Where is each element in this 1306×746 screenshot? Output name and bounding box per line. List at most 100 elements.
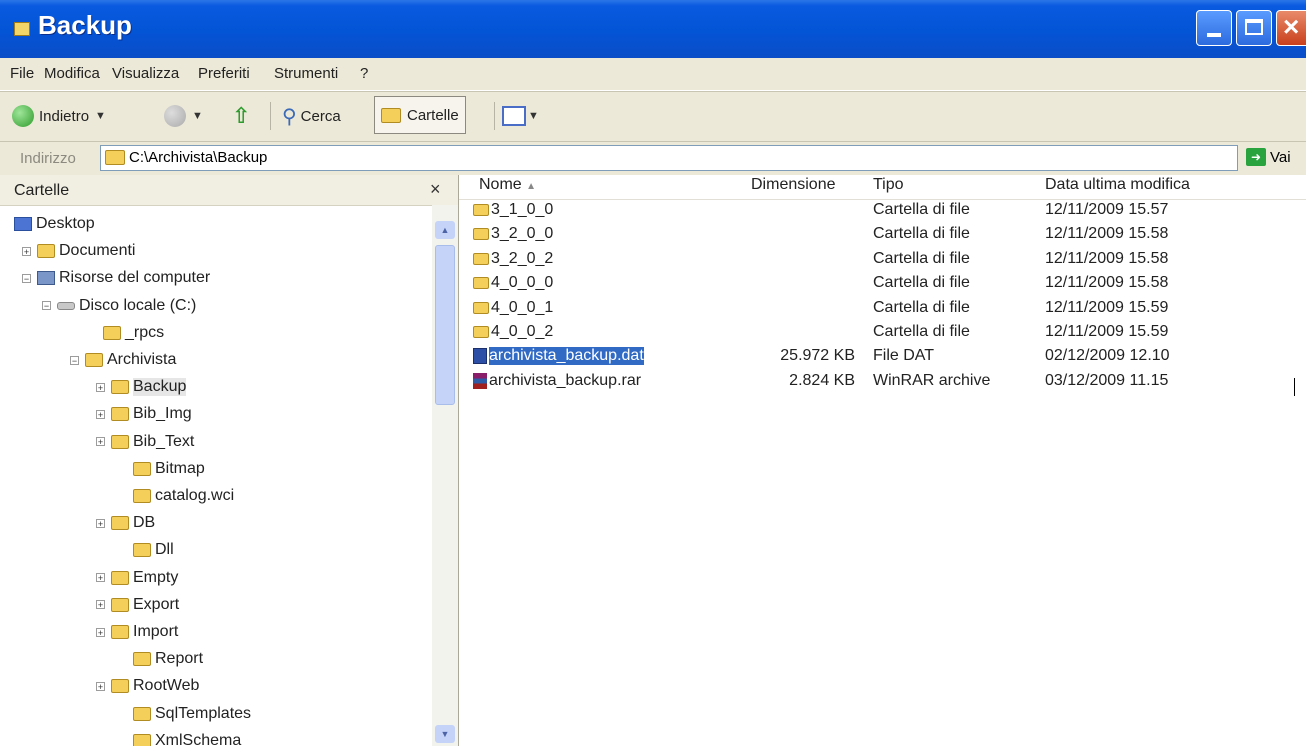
file-row[interactable]: 3_2_0_2 Cartella di file 12/11/2009 15.58 <box>459 250 1306 274</box>
menu-modifica[interactable]: Modifica <box>44 65 100 82</box>
tree-node[interactable]: + Export <box>96 592 179 618</box>
column-modified[interactable]: Data ultima modifica <box>1045 176 1190 194</box>
tree-node[interactable]: − Risorse del computer <box>22 265 210 291</box>
minimize-icon <box>1207 33 1221 37</box>
folder-icon <box>105 150 125 165</box>
expand-icon[interactable]: + <box>22 246 31 256</box>
tree-node[interactable]: + Bib_Img <box>96 401 192 427</box>
file-name-cell: 3_2_0_2 <box>473 250 553 268</box>
file-row[interactable]: archivista_backup.dat 25.972 KB File DAT 02… <box>459 347 1306 371</box>
tree-node[interactable]: + DB <box>96 510 155 536</box>
file-name-cell: 3_1_0_0 <box>473 201 553 219</box>
column-name[interactable]: Nome ▲ <box>479 176 536 194</box>
sort-ascending-icon: ▲ <box>526 181 537 192</box>
tree-node[interactable]: + Import <box>96 619 178 645</box>
tree-node[interactable]: Bitmap <box>118 456 205 482</box>
menu-visualizza[interactable]: Visualizza <box>112 65 179 82</box>
tree-node[interactable]: − Archivista <box>70 347 176 373</box>
menu-preferiti[interactable]: Preferiti <box>198 65 250 82</box>
back-label: Indietro <box>39 107 90 125</box>
menu-file[interactable]: File <box>10 65 34 82</box>
title-bar[interactable]: Backup × <box>0 0 1306 58</box>
tree-node[interactable]: − Disco locale (C:) <box>42 293 196 319</box>
folder-icon <box>111 625 129 639</box>
forward-dropdown-icon[interactable]: ▼ <box>192 110 203 122</box>
back-dropdown-icon[interactable]: ▼ <box>95 110 106 122</box>
file-type: File DAT <box>873 347 935 365</box>
tree-node[interactable]: Report <box>118 646 203 672</box>
folders-label: Cartelle <box>407 106 459 124</box>
tree-node[interactable]: + Backup <box>96 374 187 400</box>
menu-bar: File Modifica Visualizza Preferiti Strum… <box>0 58 1306 142</box>
column-type[interactable]: Tipo <box>873 176 904 194</box>
file-modified: 12/11/2009 15.58 <box>1045 249 1169 267</box>
tree-node[interactable]: _rpcs <box>88 320 164 346</box>
expand-icon[interactable]: + <box>96 600 105 610</box>
maximize-button[interactable] <box>1236 10 1272 46</box>
close-button[interactable]: × <box>1276 10 1306 46</box>
file-name-cell: archivista_backup.dat <box>473 347 644 366</box>
file-row[interactable]: 3_2_0_0 Cartella di file 12/11/2009 15.58 <box>459 225 1306 249</box>
file-name: 3_1_0_0 <box>491 201 554 218</box>
collapse-icon[interactable]: − <box>22 273 31 283</box>
folder-icon <box>473 228 489 241</box>
minimize-button[interactable] <box>1196 10 1232 46</box>
folders-button[interactable]: Cartelle <box>374 96 466 134</box>
tree-node-label: Bib_Img <box>133 405 192 423</box>
scroll-down-icon[interactable]: ▼ <box>435 725 455 743</box>
expand-icon[interactable]: + <box>96 409 105 419</box>
scroll-thumb[interactable] <box>435 245 455 405</box>
folder-icon <box>103 325 121 340</box>
address-bar: Indirizzo C:\Archivista\Backup ➜ Vai <box>0 141 1306 176</box>
file-row[interactable]: 4_0_0_1 Cartella di file 12/11/2009 15.59 <box>459 299 1306 323</box>
tree-node[interactable]: + Empty <box>96 565 178 591</box>
tree-node[interactable]: SqlTemplates <box>118 701 251 727</box>
folder-icon <box>133 461 151 476</box>
menu-help[interactable]: ? <box>360 65 368 82</box>
back-button[interactable]: Indietro ▼ <box>12 100 106 132</box>
menu-strumenti[interactable]: Strumenti <box>274 65 338 82</box>
go-button[interactable]: ➜ Vai <box>1246 148 1291 166</box>
expand-icon[interactable]: + <box>96 573 105 583</box>
column-size[interactable]: Dimensione <box>751 176 835 194</box>
close-icon: × <box>1283 11 1300 42</box>
forward-button[interactable]: ▼ <box>164 100 203 132</box>
expand-icon[interactable]: + <box>96 681 105 691</box>
folder-icon <box>111 407 129 422</box>
collapse-icon[interactable]: − <box>42 301 51 311</box>
maximize-icon <box>1245 19 1263 35</box>
folder-icon <box>473 252 489 265</box>
expand-icon[interactable]: + <box>96 627 105 637</box>
views-icon <box>502 106 526 126</box>
tree-node[interactable]: XmlSchema <box>118 728 241 746</box>
tree-node[interactable]: catalog.wci <box>118 483 234 509</box>
file-modified: 12/11/2009 15.59 <box>1045 323 1169 340</box>
tree-node[interactable]: + RootWeb <box>96 673 199 699</box>
file-row[interactable]: archivista_backup.rar 2.824 KB WinRAR arch… <box>459 372 1306 396</box>
search-button[interactable]: ⚲ Cerca <box>282 100 341 132</box>
file-name-cell: 4_0_0_2 <box>473 323 553 341</box>
tree-node[interactable]: Desktop <box>14 211 95 237</box>
views-button[interactable]: ▼ <box>502 100 539 132</box>
file-modified: 03/12/2009 11.15 <box>1045 371 1169 389</box>
up-folder-button[interactable]: ⇧ <box>232 100 250 132</box>
file-row[interactable]: 4_0_0_2 Cartella di file 12/11/2009 15.59 <box>459 323 1306 347</box>
tree-node[interactable]: Dll <box>118 537 174 563</box>
folder-icon <box>473 204 489 216</box>
expand-icon[interactable]: + <box>96 437 105 447</box>
expand-icon[interactable]: + <box>96 382 105 392</box>
scroll-up-icon[interactable]: ▲ <box>435 221 455 239</box>
file-row[interactable]: 3_1_0_0 Cartella di file 12/11/2009 15.57 <box>459 201 1306 225</box>
file-name: archivista_backup.rar <box>489 371 642 389</box>
collapse-icon[interactable]: − <box>70 355 79 365</box>
tree-node[interactable]: + Documenti <box>22 238 135 264</box>
file-name: archivista_backup.dat <box>489 347 644 366</box>
tree-node[interactable]: + Bib_Text <box>96 429 194 455</box>
tree-node-label: RootWeb <box>133 677 200 695</box>
tree-scrollbar[interactable]: ▲ ▼ <box>432 205 458 746</box>
file-modified: 12/11/2009 15.58 <box>1045 274 1169 292</box>
expand-icon[interactable]: + <box>96 518 105 528</box>
close-pane-button[interactable]: × <box>430 179 441 200</box>
file-row[interactable]: 4_0_0_0 Cartella di file 12/11/2009 15.58 <box>459 274 1306 298</box>
address-input[interactable]: C:\Archivista\Backup <box>100 145 1238 171</box>
